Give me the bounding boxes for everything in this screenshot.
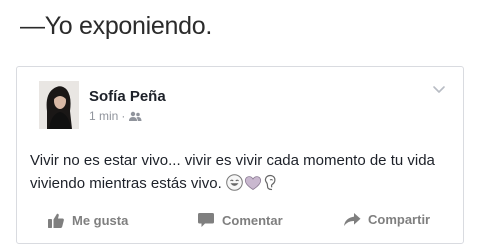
post-time[interactable]: 1 min — [89, 109, 118, 123]
share-arrow-icon — [343, 212, 361, 227]
post-emojis — [225, 174, 277, 198]
heart-emoji — [244, 174, 262, 198]
post-meta: 1 min · — [89, 109, 142, 123]
friends-icon[interactable] — [128, 111, 142, 121]
facebook-post-card: Sofía Peña 1 min · Vivir no es estar viv… — [16, 66, 464, 244]
share-label: Compartir — [368, 212, 431, 227]
grinning-face-emoji — [225, 174, 243, 198]
comment-button[interactable]: Comentar — [197, 212, 283, 228]
caption-text: —Yo exponiendo. — [20, 12, 212, 40]
like-button[interactable]: Me gusta — [47, 212, 128, 229]
like-label: Me gusta — [72, 213, 129, 228]
avatar[interactable] — [39, 81, 79, 129]
comment-label: Comentar — [222, 212, 283, 228]
thumbs-up-icon — [47, 212, 65, 229]
post-body: Vivir no es estar vivo... vivir es vivir… — [30, 149, 450, 198]
chevron-down-icon[interactable] — [431, 83, 447, 95]
comment-icon — [197, 212, 215, 228]
meta-separator: · — [121, 109, 126, 123]
share-button[interactable]: Compartir — [343, 212, 430, 227]
ear-emoji — [263, 174, 277, 198]
author-name[interactable]: Sofía Peña — [89, 88, 166, 105]
